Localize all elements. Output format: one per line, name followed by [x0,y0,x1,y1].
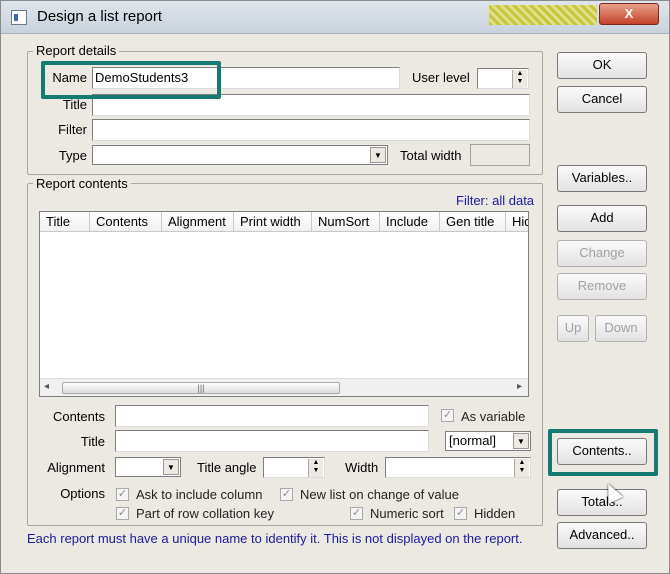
scroll-thumb[interactable]: ||| [62,382,340,394]
column-header[interactable]: Contents [90,212,162,232]
column-header[interactable]: NumSort [312,212,380,232]
horizontal-scrollbar[interactable]: ◂ ||| ▸ [40,378,528,396]
totals-button[interactable]: Totals.. [557,489,647,516]
ask-include-checkbox[interactable]: ✓ [116,488,129,501]
add-button[interactable]: Add [557,205,647,232]
title-label: Title [62,97,87,112]
report-contents-label: Report contents [33,176,131,191]
type-label: Type [58,148,87,163]
hidden-label: Hidden [474,506,516,521]
as-variable-checkbox[interactable]: ✓ [441,409,454,422]
advanced-button[interactable]: Advanced.. [557,522,647,549]
alignment-dropdown[interactable]: ▼ [115,457,181,477]
new-list-checkbox[interactable]: ✓ [280,488,293,501]
window-title: Design a list report [37,8,163,25]
report-details-label: Report details [33,43,120,58]
numeric-sort-checkbox[interactable]: ✓ [350,507,363,520]
down-button[interactable]: Down [595,315,647,342]
spin-arrows-icon[interactable]: ▲ ▼ [514,459,529,477]
numeric-sort-label: Numeric sort [370,506,444,521]
total-width-field [470,144,530,166]
scroll-right-icon[interactable]: ▸ [517,381,522,392]
filter-field[interactable] [92,119,530,141]
close-button[interactable]: X [599,3,659,25]
contents-label: Contents [52,409,105,424]
filter-all-data-link[interactable]: Filter: all data [456,193,534,208]
title-angle-label: Title angle [197,460,257,475]
remove-button[interactable]: Remove [557,273,647,300]
column-header[interactable]: Alignment [162,212,234,232]
name-highlight-box [41,61,221,99]
variables-button[interactable]: Variables.. [557,165,647,192]
contents-title-field[interactable] [115,430,429,452]
chevron-down-icon[interactable]: ▼ [163,459,179,475]
spin-arrows-icon[interactable]: ▲ ▼ [308,459,323,477]
contents-highlight-box [548,429,658,476]
column-header[interactable]: Hid [506,212,528,232]
row-collation-checkbox[interactable]: ✓ [116,507,129,520]
filter-label: Filter [58,122,87,137]
total-width-label: Total width [400,148,462,163]
column-header[interactable]: Print width [234,212,312,232]
cancel-button[interactable]: Cancel [557,86,647,113]
column-header[interactable]: Include [380,212,440,232]
title-bar[interactable]: Design a list report X [1,1,669,34]
ask-include-label: Ask to include column [136,487,263,502]
change-button[interactable]: Change [557,240,647,267]
title-decoration [489,5,597,25]
spin-arrows-icon[interactable]: ▲ ▼ [512,70,527,88]
width-label: Width [345,460,379,475]
title-format-dropdown[interactable]: [normal] ▼ [445,431,531,451]
hint-text: Each report must have a unique name to i… [27,531,523,546]
as-variable-label: As variable [461,409,526,424]
options-label: Options [60,486,105,501]
contents-title-label: Title [80,434,105,449]
title-angle-spinner[interactable]: ▲ ▼ [263,457,325,478]
new-list-label: New list on change of value [300,487,459,502]
alignment-label: Alignment [47,460,105,475]
column-header[interactable]: Gen title [440,212,506,232]
chevron-down-icon[interactable]: ▼ [513,433,529,449]
width-spinner[interactable]: ▲ ▼ [385,457,531,478]
ok-button[interactable]: OK [557,52,647,79]
type-dropdown[interactable]: ▼ [92,145,388,165]
row-collation-label: Part of row collation key [136,506,275,521]
user-level-spinner[interactable]: ▲ ▼ [477,68,529,89]
title-format-value: [normal] [449,433,496,448]
scroll-left-icon[interactable]: ◂ [44,381,49,392]
app-icon [11,10,27,25]
report-columns-list[interactable]: Title Contents Alignment Print width Num… [39,211,529,397]
chevron-down-icon[interactable]: ▼ [370,147,386,163]
up-button[interactable]: Up [557,315,589,342]
contents-field[interactable] [115,405,429,427]
dialog-window: Design a list report X Report details Na… [0,0,670,574]
hidden-checkbox[interactable]: ✓ [454,507,467,520]
column-header[interactable]: Title [40,212,90,232]
user-level-label: User level [412,70,470,85]
